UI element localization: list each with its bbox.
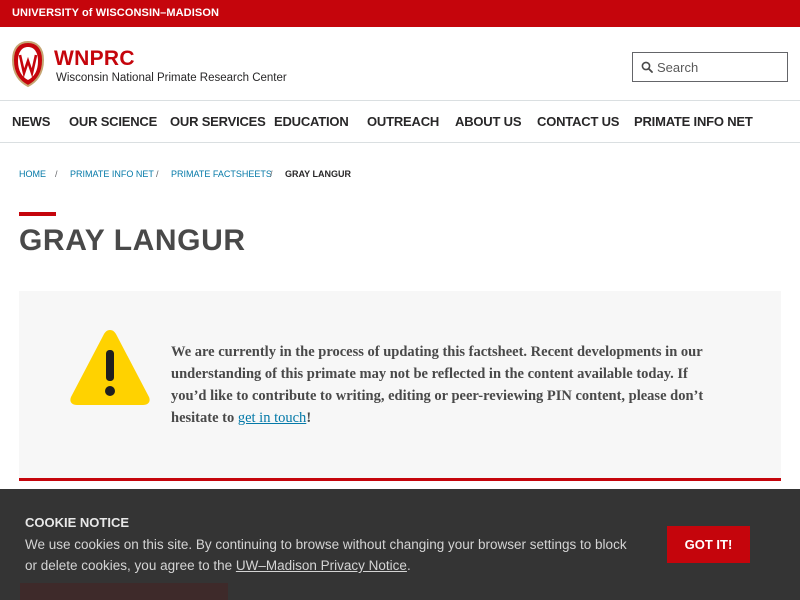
privacy-notice-link[interactable]: UW–Madison Privacy Notice <box>236 558 407 573</box>
notice-text: We are currently in the process of updat… <box>171 341 721 429</box>
breadcrumb-home[interactable]: HOME <box>19 169 46 179</box>
nav-item-primate-info-net[interactable]: PRIMATE INFO NET <box>634 114 753 129</box>
nav-item-education[interactable]: EDUCATION <box>274 114 349 129</box>
search-icon <box>641 61 653 73</box>
search-input[interactable] <box>657 58 783 77</box>
breadcrumb-current: GRAY LANGUR <box>285 169 352 179</box>
nav-item-our-science[interactable]: OUR SCIENCE <box>69 114 157 129</box>
page-title: GRAY LANGUR <box>19 224 246 257</box>
nav-item-outreach[interactable]: OUTREACH <box>367 114 439 129</box>
nav-item-news[interactable]: NEWS <box>12 114 50 129</box>
search-box[interactable] <box>632 52 788 82</box>
cookie-notice-body: We use cookies on this site. By continui… <box>25 534 635 576</box>
nav-item-about-us[interactable]: ABOUT US <box>455 114 521 129</box>
cookie-notice-title: COOKIE NOTICE <box>25 515 130 530</box>
nav-item-contact-us[interactable]: CONTACT US <box>537 114 619 129</box>
breadcrumb-primate-info-net[interactable]: PRIMATE INFO NET <box>70 169 154 179</box>
masthead: WNPRC Wisconsin National Primate Researc… <box>0 27 800 101</box>
site-name[interactable]: Wisconsin National Primate Research Cent… <box>56 72 287 84</box>
cookie-message-end: . <box>406 558 411 573</box>
accept-cookies-button[interactable]: GOT IT! <box>667 526 750 563</box>
main-nav: NEWS OUR SCIENCE OUR SERVICES EDUCATION … <box>0 101 800 143</box>
site-acronym[interactable]: WNPRC <box>54 47 135 71</box>
uw-crest-icon[interactable] <box>11 40 45 88</box>
obscured-content-strip <box>20 583 228 600</box>
breadcrumb-separator: / <box>270 169 273 179</box>
get-in-touch-link[interactable]: get in touch <box>238 410 306 426</box>
update-notice: We are currently in the process of updat… <box>19 291 781 481</box>
title-accent-rule <box>19 212 56 216</box>
notice-message-end: ! <box>306 410 312 426</box>
breadcrumb-separator: / <box>156 169 159 179</box>
breadcrumb-separator: / <box>55 169 58 179</box>
breadcrumb-primate-factsheets[interactable]: PRIMATE FACTSHEETS <box>171 169 272 179</box>
nav-item-our-services[interactable]: OUR SERVICES <box>170 114 266 129</box>
cookie-notice: COOKIE NOTICE We use cookies on this sit… <box>0 489 800 600</box>
university-link[interactable]: UNIVERSITY of WISCONSIN–MADISON <box>12 7 219 19</box>
warning-icon <box>70 330 150 405</box>
university-bar: UNIVERSITY of WISCONSIN–MADISON <box>0 0 800 27</box>
